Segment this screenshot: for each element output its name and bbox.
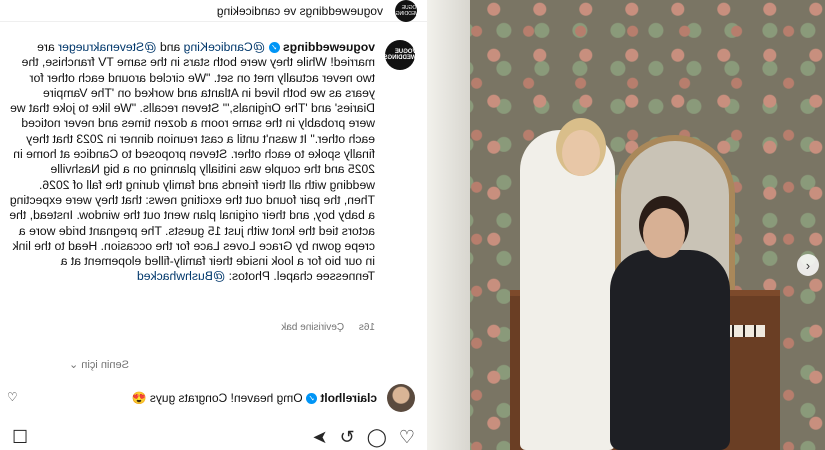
caption-text: vogueweddings ✓ @CandiceKing and @Steven… — [7, 40, 375, 285]
carousel-prev-button[interactable]: ‹ — [797, 254, 819, 276]
caption-body: are married! While they were both stars … — [9, 40, 375, 284]
post-time: 16s — [358, 322, 375, 333]
post-photo: ‹ — [427, 0, 825, 450]
comment-icon[interactable]: ◯ — [367, 427, 387, 447]
bride — [562, 130, 600, 176]
caption-username[interactable]: vogueweddings — [283, 40, 375, 54]
commenter-avatar[interactable] — [387, 384, 415, 412]
groom-suit — [610, 250, 730, 450]
caption: VOGUE WEDDINGS vogueweddings ✓ @CandiceK… — [7, 40, 417, 285]
comment-body: Omg heaven! Congrats guys — [149, 391, 303, 405]
comment-username[interactable]: clairelholt — [320, 391, 377, 405]
mention-candiceking[interactable]: @CandiceKing — [184, 40, 265, 54]
verified-icon: ✓ — [268, 42, 280, 54]
comment-like-icon[interactable]: ♡ — [7, 390, 18, 404]
comment-emoji: 😍 — [131, 391, 147, 405]
chevron-down-icon: ⌄ — [69, 359, 79, 371]
share-icon[interactable]: ➤ — [313, 427, 328, 447]
bride-dress — [520, 130, 615, 450]
comment-text: clairelholt ✓ Omg heaven! Congrats guys … — [132, 391, 377, 405]
for-you-toggle[interactable]: Senin için ⌄ — [69, 358, 129, 371]
post-panel: VOGUE WEDDINGS vogueweddings ve candicek… — [0, 0, 427, 450]
post-header-account[interactable]: vogueweddings ve candiceking — [217, 4, 395, 18]
for-you-label: Senin için — [81, 359, 129, 371]
caption-avatar[interactable]: VOGUE WEDDINGS — [384, 40, 417, 70]
caption-meta: 16s Çevirisine bak — [269, 322, 375, 333]
mention-stevenakrueger[interactable]: @Stevenakrueger — [58, 40, 156, 54]
comment: clairelholt ✓ Omg heaven! Congrats guys … — [7, 384, 415, 412]
heart-icon[interactable]: ♡ — [399, 427, 415, 447]
post-header: VOGUE WEDDINGS vogueweddings ve candicek… — [0, 0, 427, 22]
see-translation-link[interactable]: Çevirisine bak — [281, 322, 344, 333]
verified-icon: ✓ — [305, 393, 317, 405]
avatar[interactable]: VOGUE WEDDINGS — [392, 0, 420, 22]
groom — [643, 208, 685, 258]
caption-conj: and — [159, 40, 181, 54]
save-icon[interactable]: ☐ — [12, 427, 28, 447]
window — [427, 0, 470, 450]
action-bar: ♡ ◯ ↻ ➤ ☐ — [0, 424, 427, 450]
photo-credit-link[interactable]: @Bushwhacked — [137, 269, 225, 283]
repost-icon[interactable]: ↻ — [340, 427, 355, 447]
mirrored-screenshot: ‹ VOGUE WEDDINGS vogueweddings ve candic… — [0, 0, 825, 450]
